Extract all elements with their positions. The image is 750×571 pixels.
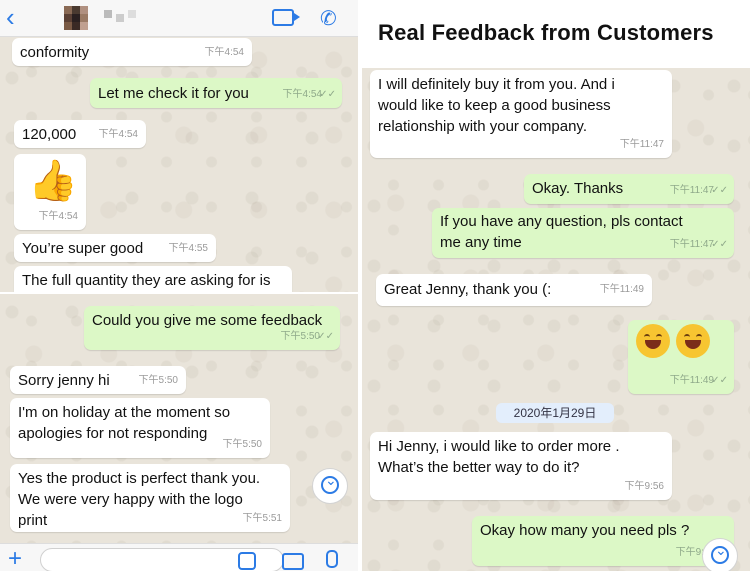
message-text: Hi Jenny, i would like to order more . W… (378, 438, 620, 476)
message-incoming: 120,000 下午4:54 (14, 120, 146, 148)
message-text: Let me check it for you (98, 85, 249, 102)
message-text: I'm on holiday at the moment so apologie… (18, 404, 231, 442)
message-incoming: The full quantity they are asking for is (14, 266, 292, 292)
message-text: Yes the product is perfect thank you. We… (18, 470, 261, 529)
chat-screenshot-2: Could you give me some feedback 下午5:50 ✓… (0, 294, 358, 571)
scroll-down-button[interactable] (702, 538, 738, 571)
message-time: 下午4:54 (204, 47, 244, 58)
read-receipt-icon: ✓✓ (711, 239, 728, 250)
scroll-down-icon (321, 472, 339, 494)
message-outgoing: Could you give me some feedback 下午5:50 ✓… (84, 306, 340, 350)
message-time: 下午11:47 (669, 185, 714, 196)
video-camera-icon[interactable] (272, 9, 300, 26)
thumbs-up-icon: 👍 (28, 159, 78, 203)
chat-screenshot-1: ‹ ✆ conformity 下午4:54 Let me check it fo… (0, 0, 358, 292)
message-text: If you have any question, pls contact me… (440, 213, 683, 251)
smiling-face-icon (636, 324, 670, 358)
message-text: conformity (20, 44, 90, 61)
message-outgoing: Let me check it for you 下午4:54 ✓✓ (90, 78, 342, 108)
message-incoming: conformity 下午4:54 (12, 38, 252, 66)
message-incoming: Yes the product is perfect thank you. We… (10, 464, 290, 532)
chat-screenshot-3: I will definitely buy it from you. And i… (362, 68, 750, 571)
read-receipt-icon: ✓✓ (319, 89, 336, 100)
scroll-down-icon (711, 542, 729, 564)
back-chevron-icon[interactable]: ‹ (6, 4, 15, 30)
message-text: Sorry jenny hi (18, 372, 110, 389)
message-time: 下午11:49 (599, 284, 644, 295)
message-time: 下午5:50 (280, 331, 320, 342)
message-outgoing-emoji: 下午11:49 ✓✓ (628, 320, 734, 394)
read-receipt-icon: ✓✓ (317, 331, 334, 342)
date-divider: 2020年1月29日 (496, 403, 614, 423)
chat-header: ‹ ✆ (0, 0, 358, 37)
message-incoming: I will definitely buy it from you. And i… (370, 70, 672, 158)
message-incoming: Sorry jenny hi 下午5:50 (10, 366, 186, 394)
read-receipt-icon: ✓✓ (711, 185, 728, 196)
read-receipt-icon: ✓✓ (711, 375, 728, 386)
message-incoming: Hi Jenny, i would like to order more . W… (370, 432, 672, 500)
scroll-down-button[interactable] (312, 468, 348, 504)
message-incoming: I'm on holiday at the moment so apologie… (10, 398, 270, 458)
camera-icon[interactable] (282, 553, 304, 570)
message-outgoing: Okay. Thanks 下午11:47 ✓✓ (524, 174, 734, 204)
message-time: 下午9: (675, 547, 704, 558)
message-time: 下午4:55 (168, 243, 208, 254)
message-time: 下午9:56 (624, 481, 664, 492)
message-time: 下午5:50 (138, 375, 178, 386)
message-time: 下午4:54 (38, 211, 78, 222)
microphone-icon[interactable] (326, 550, 338, 568)
message-time: 下午5:51 (242, 513, 282, 524)
message-incoming: You’re super good 下午4:55 (14, 234, 216, 262)
compose-bar: + (0, 543, 358, 571)
plus-icon[interactable]: + (8, 545, 22, 571)
message-text: Great Jenny, thank you (: (384, 281, 552, 298)
message-text: Okay. Thanks (532, 180, 624, 197)
sticker-icon[interactable] (238, 552, 256, 570)
message-time: 下午11:47 (619, 139, 664, 150)
message-time: 下午11:49 (669, 375, 714, 386)
message-time: 下午11:47 (669, 239, 714, 250)
message-outgoing: If you have any question, pls contact me… (432, 208, 734, 258)
phone-icon[interactable]: ✆ (320, 6, 337, 31)
message-text: I will definitely buy it from you. And i… (378, 76, 615, 135)
page-title: Real Feedback from Customers (378, 20, 714, 45)
message-text: Okay how many you need pls ? (480, 522, 690, 539)
message-text: You’re super good (22, 240, 144, 257)
message-text: 120,000 (22, 126, 77, 143)
message-time: 下午4:54 (282, 89, 322, 100)
message-text: The full quantity they are asking for is (22, 272, 271, 289)
message-outgoing: Okay how many you need pls ? 下午9: (472, 516, 734, 566)
message-time: 下午5:50 (222, 439, 262, 450)
smiling-face-icon (676, 324, 710, 358)
message-time: 下午4:54 (98, 129, 138, 140)
message-incoming-sticker: 👍 下午4:54 (14, 154, 86, 230)
message-incoming: Great Jenny, thank you (: 下午11:49 (376, 274, 652, 306)
